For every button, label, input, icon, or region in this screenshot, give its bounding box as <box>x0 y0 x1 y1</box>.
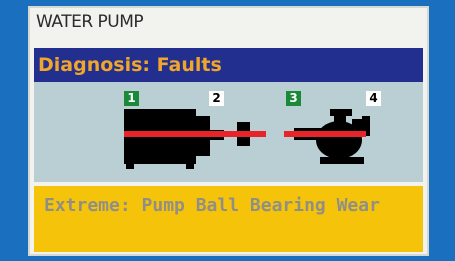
coupling-icon <box>222 122 266 146</box>
diagnosis-header: Diagnosis: Faults <box>34 48 423 82</box>
fault-alert: Extreme: Pump Ball Bearing Wear <box>34 186 423 252</box>
diagnosis-label: Diagnosis: Faults <box>38 54 222 76</box>
water-pump-panel: WATER PUMP Diagnosis: Faults 1 2 3 4 Ext… <box>28 6 429 256</box>
motor-icon <box>124 109 224 169</box>
pump-icon <box>284 109 370 164</box>
machine-train-diagram: 1 2 3 4 <box>34 82 423 182</box>
panel-title: WATER PUMP <box>36 12 144 32</box>
diagram-graphics <box>124 109 370 169</box>
fault-alert-text: Extreme: Pump Ball Bearing Wear <box>44 195 380 216</box>
